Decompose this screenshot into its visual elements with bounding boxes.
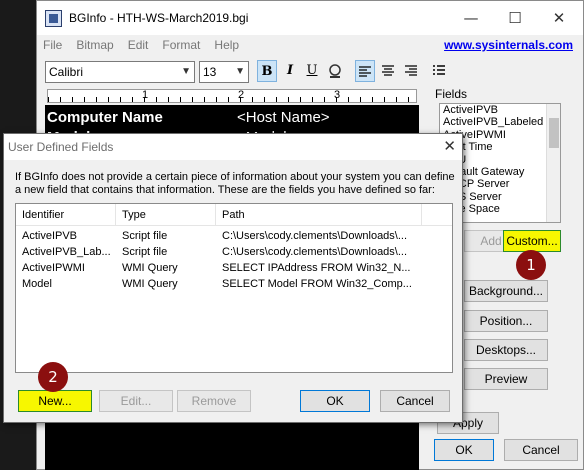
- font-family-select[interactable]: Calibri ▼: [45, 61, 195, 83]
- ruler-mark: 2: [238, 89, 245, 101]
- dialog-description: If BGInfo does not provide a certain pie…: [15, 171, 455, 196]
- remove-field-button[interactable]: Remove: [177, 390, 251, 412]
- table-row[interactable]: ActiveIPVB Script file C:\Users\cody.cle…: [16, 228, 452, 244]
- menu-file[interactable]: File: [43, 38, 62, 52]
- ruler-mark: 3: [334, 89, 341, 101]
- font-size-select[interactable]: 13 ▼: [199, 61, 249, 83]
- menu-edit[interactable]: Edit: [128, 38, 149, 52]
- fields-label: Fields: [435, 87, 468, 101]
- row-identifier: ActiveIPVB: [22, 230, 78, 242]
- menu-help[interactable]: Help: [214, 38, 239, 52]
- column-type[interactable]: Type: [116, 204, 216, 226]
- field-item[interactable]: ActiveIPVB: [440, 104, 560, 116]
- dialog-title: User Defined Fields: [8, 140, 114, 154]
- table-row[interactable]: ActiveIPWMI WMI Query SELECT IPAddress F…: [16, 260, 452, 276]
- row-path: SELECT IPAddress FROM Win32_N...: [222, 262, 411, 274]
- main-ok-button[interactable]: OK: [434, 439, 494, 461]
- table-header: Identifier Type Path: [16, 204, 452, 226]
- position-button[interactable]: Position...: [464, 310, 548, 332]
- column-identifier[interactable]: Identifier: [16, 204, 116, 226]
- ruler-ticks: [48, 97, 416, 102]
- new-field-button[interactable]: New...: [18, 390, 92, 412]
- menu-format[interactable]: Format: [162, 38, 200, 52]
- editor-label-computer-name: Computer Name: [47, 109, 163, 126]
- table-row[interactable]: ActiveIPVB_Lab... Script file C:\Users\c…: [16, 244, 452, 260]
- menu-bitmap[interactable]: Bitmap: [76, 38, 113, 52]
- fields-scrollbar[interactable]: [546, 104, 560, 222]
- chevron-down-icon: ▼: [235, 66, 245, 77]
- custom-button[interactable]: Custom...: [503, 230, 561, 252]
- title-bar: BGInfo - HTH-WS-March2019.bgi — ☐ ✕: [37, 1, 583, 35]
- main-cancel-button[interactable]: Cancel: [504, 439, 578, 461]
- minimize-button[interactable]: —: [449, 5, 493, 31]
- table-row[interactable]: Model WMI Query SELECT Model FROM Win32_…: [16, 276, 452, 292]
- font-size-value: 13: [203, 65, 217, 79]
- align-right-icon[interactable]: [401, 60, 421, 82]
- column-path[interactable]: Path: [216, 204, 422, 226]
- close-button[interactable]: ✕: [537, 5, 581, 31]
- fields-table[interactable]: Identifier Type Path ActiveIPVB Script f…: [15, 203, 453, 373]
- step-marker-2: 2: [38, 362, 68, 392]
- align-center-icon[interactable]: [378, 60, 398, 82]
- close-icon[interactable]: ✕: [443, 137, 456, 155]
- bullets-icon[interactable]: [429, 60, 449, 82]
- ruler-mark: 1: [142, 89, 149, 101]
- row-identifier: Model: [22, 278, 52, 290]
- dialog-cancel-button[interactable]: Cancel: [380, 390, 450, 412]
- row-path: SELECT Model FROM Win32_Comp...: [222, 278, 412, 290]
- row-identifier: ActiveIPWMI: [22, 262, 85, 274]
- format-toolbar: Calibri ▼ 13 ▼ B I U: [37, 57, 583, 85]
- bold-button[interactable]: B: [257, 60, 277, 82]
- row-type: WMI Query: [122, 262, 178, 274]
- background-button[interactable]: Background...: [464, 280, 548, 302]
- font-family-value: Calibri: [49, 65, 84, 79]
- ruler: 1 2 3: [47, 89, 417, 103]
- window-title: BGInfo - HTH-WS-March2019.bgi: [69, 11, 249, 25]
- row-type: Script file: [122, 246, 168, 258]
- row-path: C:\Users\cody.clements\Downloads\...: [222, 246, 408, 258]
- italic-button[interactable]: I: [280, 60, 300, 82]
- user-defined-fields-dialog: User Defined Fields ✕ If BGInfo does not…: [3, 133, 463, 423]
- edit-field-button[interactable]: Edit...: [99, 390, 173, 412]
- row-path: C:\Users\cody.clements\Downloads\...: [222, 230, 408, 242]
- row-type: Script file: [122, 230, 168, 242]
- desktops-button[interactable]: Desktops...: [464, 339, 548, 361]
- dialog-title-bar: User Defined Fields ✕: [4, 134, 462, 160]
- sysinternals-link[interactable]: www.sysinternals.com: [444, 38, 573, 52]
- text-color-icon[interactable]: [325, 60, 345, 82]
- row-type: WMI Query: [122, 278, 178, 290]
- step-marker-1: 1: [516, 250, 546, 280]
- align-left-icon[interactable]: [355, 60, 375, 82]
- row-identifier: ActiveIPVB_Lab...: [22, 246, 111, 258]
- underline-button[interactable]: U: [302, 60, 322, 82]
- bginfo-app-icon: [45, 10, 62, 27]
- chevron-down-icon: ▼: [181, 66, 191, 77]
- preview-button[interactable]: Preview: [464, 368, 548, 390]
- dialog-ok-button[interactable]: OK: [300, 390, 370, 412]
- maximize-button[interactable]: ☐: [493, 5, 537, 31]
- field-item[interactable]: ActiveIPVB_Labeled: [440, 116, 560, 128]
- editor-value-host-name: <Host Name>: [237, 109, 330, 126]
